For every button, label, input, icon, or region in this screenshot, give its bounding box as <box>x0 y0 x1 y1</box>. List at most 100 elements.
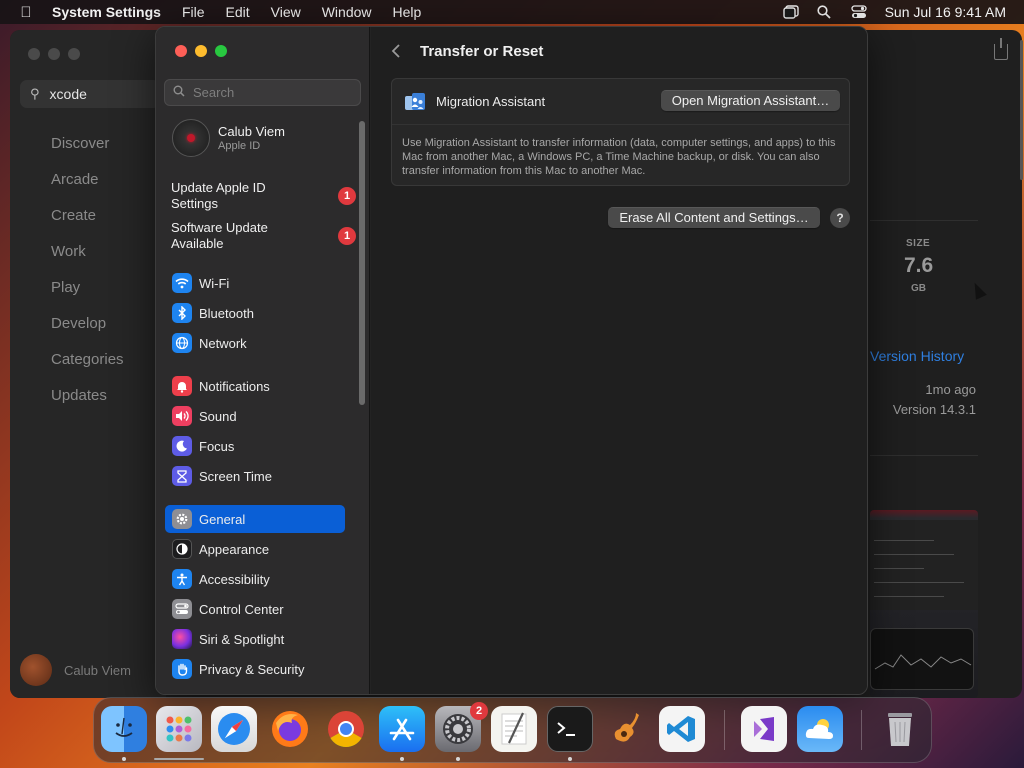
page-title: Transfer or Reset <box>420 43 544 60</box>
speaker-icon <box>172 406 192 426</box>
settings-search-field[interactable]: Search <box>164 79 361 106</box>
sidebar-item-general[interactable]: General <box>165 505 345 533</box>
app-store-nav-categories[interactable]: Categories <box>51 350 124 386</box>
app-store-nav-develop[interactable]: Develop <box>51 314 124 350</box>
app-store-account[interactable]: Calub Viem <box>20 654 131 686</box>
visual-studio-icon[interactable] <box>741 706 787 752</box>
version-history-link[interactable]: Version History <box>870 348 964 364</box>
app-store-icon[interactable] <box>379 706 425 752</box>
sidebar-item-label: Accessibility <box>199 571 270 587</box>
sidebar-item-label: Sound <box>199 408 237 424</box>
terminal-icon[interactable] <box>547 706 593 752</box>
sidebar-item-sound[interactable]: Sound <box>165 402 345 430</box>
zoom-button[interactable] <box>215 45 227 57</box>
trash-icon[interactable] <box>877 706 923 752</box>
sidebar-item-focus[interactable]: Focus <box>165 432 345 460</box>
garageband-icon[interactable] <box>603 706 649 752</box>
dock-indicator <box>154 758 204 760</box>
stage-manager-icon[interactable] <box>782 5 799 19</box>
control-center-icon <box>172 599 192 619</box>
app-screenshot-thumbnail[interactable] <box>870 510 978 698</box>
sidebar-item-wifi[interactable]: Wi-Fi <box>165 269 345 297</box>
erase-all-content-button[interactable]: Erase All Content and Settings… <box>608 207 820 228</box>
app-store-nav-discover[interactable]: Discover <box>51 134 124 170</box>
chrome-icon[interactable] <box>323 706 369 752</box>
size-value: 7.6 <box>904 254 934 277</box>
system-settings-window: Search Calub Viem Apple ID Update Apple … <box>155 26 868 695</box>
zoom-button[interactable] <box>68 48 80 60</box>
menu-edit[interactable]: Edit <box>226 4 250 20</box>
running-indicator <box>568 757 572 761</box>
apple-id-row[interactable]: Calub Viem Apple ID <box>172 119 285 157</box>
sidebar-scrollbar[interactable] <box>359 121 365 405</box>
vscode-icon[interactable] <box>659 706 705 752</box>
settings-search-placeholder: Search <box>193 85 235 100</box>
user-subtitle: Apple ID <box>218 140 261 152</box>
minimize-button[interactable] <box>48 48 60 60</box>
sidebar-item-accessibility[interactable]: Accessibility <box>165 565 345 593</box>
hand-icon <box>172 659 192 679</box>
menu-help[interactable]: Help <box>393 4 422 20</box>
app-store-nav-play[interactable]: Play <box>51 278 124 314</box>
minimize-button[interactable] <box>195 45 207 57</box>
firefox-icon[interactable] <box>267 706 313 752</box>
avatar <box>20 654 52 686</box>
app-store-search-field[interactable]: ⚲ xcode <box>20 80 160 108</box>
sidebar-item-network[interactable]: Network <box>165 329 345 357</box>
app-store-nav-updates[interactable]: Updates <box>51 386 124 422</box>
spotlight-icon[interactable] <box>816 5 833 19</box>
chevron-left-icon[interactable] <box>391 43 401 64</box>
menu-clock[interactable]: Sun Jul 16 9:41 AM <box>885 4 1006 20</box>
search-icon <box>173 85 185 100</box>
menu-file[interactable]: File <box>182 4 205 20</box>
sidebar-item-label: Siri & Spotlight <box>199 631 285 647</box>
migration-assistant-label: Migration Assistant <box>436 94 546 109</box>
app-store-nav-arcade[interactable]: Arcade <box>51 170 124 206</box>
settings-sidebar: Search Calub Viem Apple ID Update Apple … <box>156 27 370 694</box>
close-button[interactable] <box>28 48 40 60</box>
app-store-search-value: xcode <box>49 86 87 102</box>
divider <box>870 455 978 456</box>
running-indicator <box>400 757 404 761</box>
sidebar-item-bluetooth[interactable]: Bluetooth <box>165 299 345 327</box>
control-center-icon[interactable] <box>850 5 867 19</box>
accessibility-icon <box>172 569 192 589</box>
size-unit: GB <box>911 283 926 294</box>
sidebar-alert-software-update[interactable]: Software Update Available 1 <box>171 220 356 252</box>
launchpad-icon[interactable] <box>156 706 202 752</box>
help-button[interactable]: ? <box>830 208 850 228</box>
menu-app-name[interactable]: System Settings <box>52 4 161 20</box>
share-icon[interactable] <box>994 38 1008 60</box>
finder-icon[interactable] <box>101 706 147 752</box>
wifi-icon <box>172 273 192 293</box>
app-store-nav-create[interactable]: Create <box>51 206 124 242</box>
running-indicator <box>456 757 460 761</box>
dock-separator <box>861 710 862 750</box>
textedit-icon[interactable] <box>491 706 537 752</box>
app-store-scrollbar[interactable] <box>1020 40 1023 180</box>
sidebar-item-label: Appearance <box>199 541 270 557</box>
apple-menu-icon[interactable]:  <box>18 4 34 21</box>
hourglass-icon <box>172 466 192 486</box>
sidebar-item-notifications[interactable]: Notifications <box>165 372 345 400</box>
migration-assistant-panel: Migration Assistant Open Migration Assis… <box>391 78 850 186</box>
weather-icon[interactable] <box>797 706 843 752</box>
notification-badge: 1 <box>338 187 356 205</box>
sidebar-item-screen-time[interactable]: Screen Time <box>165 462 345 490</box>
siri-icon <box>172 629 192 649</box>
window-controls <box>175 45 227 57</box>
close-button[interactable] <box>175 45 187 57</box>
app-store-nav-work[interactable]: Work <box>51 242 124 278</box>
sidebar-alert-apple-id[interactable]: Update Apple ID Settings 1 <box>171 180 356 212</box>
safari-icon[interactable] <box>211 706 257 752</box>
sidebar-item-appearance[interactable]: Appearance <box>165 535 345 563</box>
sidebar-item-siri-spotlight[interactable]: Siri & Spotlight <box>165 625 345 653</box>
menu-view[interactable]: View <box>271 4 301 20</box>
sidebar-item-control-center[interactable]: Control Center <box>165 595 345 623</box>
sidebar-item-privacy-security[interactable]: Privacy & Security <box>165 655 345 683</box>
gear-icon <box>172 509 192 529</box>
globe-icon <box>172 333 192 353</box>
menu-window[interactable]: Window <box>322 4 372 20</box>
open-migration-assistant-button[interactable]: Open Migration Assistant… <box>661 90 840 111</box>
dock-separator <box>724 710 725 750</box>
